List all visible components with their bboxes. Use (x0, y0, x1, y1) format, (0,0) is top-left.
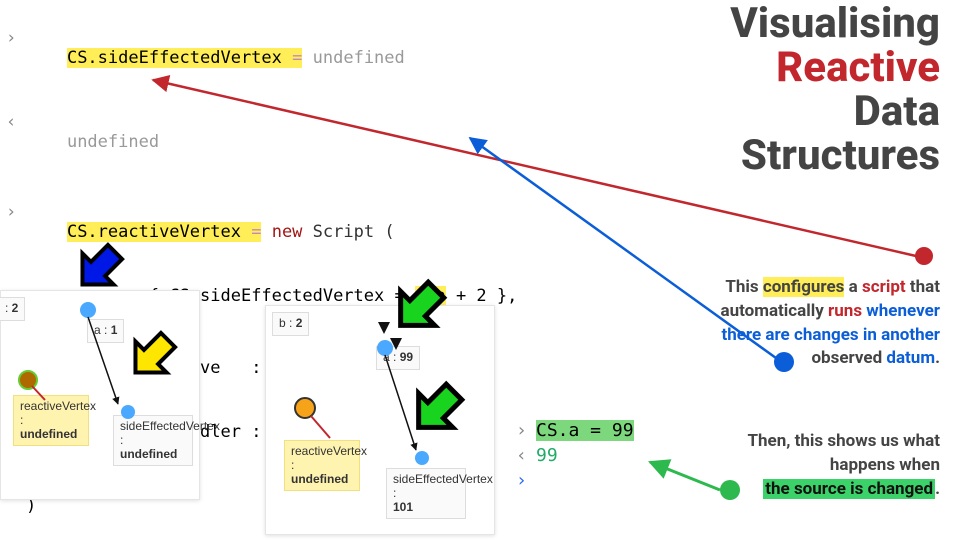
slide-title: Visualising Reactive Data Structures (730, 2, 940, 178)
graph-label-reactive: reactiveVertex :undefined (13, 395, 89, 446)
prompt-in-icon: › (516, 470, 527, 491)
graph-before: : 2 a : 1 reactiveVertex :undefined side… (0, 290, 200, 500)
prompt-in-icon: › (6, 28, 16, 48)
prompt-in-icon: › (6, 202, 16, 222)
code-line: › CS.reactiveVertex = new Script ( (0, 180, 680, 264)
code-console-small: › CS.a = 99 ‹ 99 › (510, 418, 682, 472)
code-line: › (510, 468, 682, 472)
title-line-3: Data (730, 90, 940, 134)
prompt-out-icon: ‹ (516, 445, 527, 466)
caption-configure: This configures a script that automatica… (710, 276, 940, 371)
title-line-1: Visualising (730, 2, 940, 46)
graph-label-a: a : 1 (87, 319, 124, 343)
code-line: ‹ 99 (510, 443, 682, 468)
caption-change: Then, this shows us what happens when th… (700, 430, 940, 501)
title-line-4: Structures (730, 134, 940, 178)
graph-after: b : 2 a : 99 reactiveVertex :undefined s… (265, 305, 495, 535)
code-line: › CS.a = 99 (510, 418, 682, 443)
code-line: ‹ undefined (0, 90, 680, 174)
prompt-out-icon: ‹ (6, 112, 16, 132)
code-line: › CS.sideEffectedVertex = undefined (0, 6, 680, 90)
graph-label-b: : 2 (0, 297, 25, 321)
graph-label-b: b : 2 (272, 312, 309, 336)
slide: Visualising Reactive Data Structures › C… (0, 0, 960, 540)
prompt-in-icon: › (516, 420, 527, 441)
title-line-2: Reactive (730, 46, 940, 90)
graph-label-side: sideEffectedVertex :undefined (113, 415, 193, 466)
graph-label-a: a : 99 (376, 346, 420, 370)
legend-dot-red (915, 247, 933, 265)
graph-label-reactive: reactiveVertex :undefined (284, 440, 360, 491)
graph-label-side: sideEffectedVertex :101 (386, 468, 466, 519)
